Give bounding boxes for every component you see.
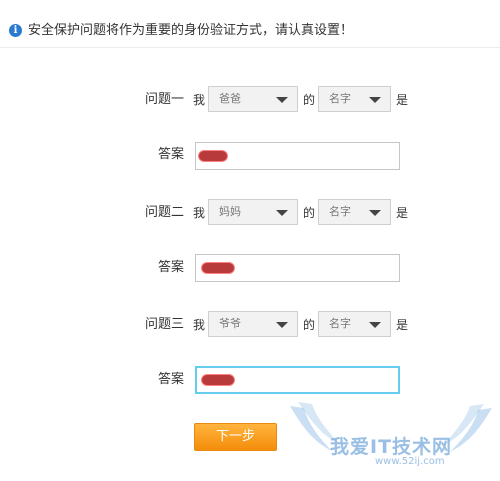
answer-input-3[interactable] — [195, 366, 400, 394]
answer-input-2[interactable] — [195, 254, 400, 282]
attribute-select-value: 名字 — [329, 205, 351, 218]
attribute-select-value: 名字 — [329, 317, 351, 330]
answer-label: 答案 — [158, 260, 185, 275]
relation-select[interactable]: 妈妈 — [208, 199, 298, 225]
redaction-scribble — [202, 263, 234, 273]
attribute-select-value: 名字 — [329, 92, 351, 105]
relation-select-value: 爸爸 — [219, 92, 241, 105]
watermark-title: 我爱IT技术网 — [330, 436, 453, 458]
question-label: 问题一 — [145, 92, 185, 107]
chevron-down-icon — [276, 97, 288, 103]
chevron-down-icon — [369, 210, 381, 216]
watermark-url: www.52ij.com — [375, 456, 445, 467]
chevron-down-icon — [276, 322, 288, 328]
answer-input-1[interactable] — [195, 142, 400, 170]
answer-label: 答案 — [158, 372, 185, 387]
next-step-button[interactable]: 下一步 — [194, 423, 277, 451]
redaction-scribble — [202, 375, 234, 385]
question-connector: 的 — [303, 206, 316, 220]
redaction-scribble — [199, 151, 227, 161]
attribute-select[interactable]: 名字 — [318, 199, 391, 225]
question-label: 问题二 — [145, 205, 185, 220]
question-prefix: 我 — [193, 318, 206, 332]
question-suffix: 是 — [396, 318, 409, 332]
question-label: 问题三 — [145, 317, 185, 332]
watermark-logo: 我爱IT技术网 www.52ij.com — [282, 396, 500, 477]
question-connector: 的 — [303, 318, 316, 332]
answer-label: 答案 — [158, 147, 185, 162]
chevron-down-icon — [369, 97, 381, 103]
security-notice: i 安全保护问题将作为重要的身份验证方式，请认真设置！ — [0, 0, 500, 48]
question-suffix: 是 — [396, 93, 409, 107]
relation-select-value: 妈妈 — [219, 205, 241, 218]
question-prefix: 我 — [193, 206, 206, 220]
chevron-down-icon — [369, 322, 381, 328]
question-prefix: 我 — [193, 93, 206, 107]
attribute-select[interactable]: 名字 — [318, 311, 391, 337]
relation-select[interactable]: 爷爷 — [208, 311, 298, 337]
question-suffix: 是 — [396, 206, 409, 220]
question-connector: 的 — [303, 93, 316, 107]
notice-text: 安全保护问题将作为重要的身份验证方式，请认真设置！ — [28, 23, 354, 38]
relation-select-value: 爷爷 — [219, 317, 241, 330]
info-icon: i — [9, 24, 22, 37]
chevron-down-icon — [276, 210, 288, 216]
relation-select[interactable]: 爸爸 — [208, 86, 298, 112]
attribute-select[interactable]: 名字 — [318, 86, 391, 112]
